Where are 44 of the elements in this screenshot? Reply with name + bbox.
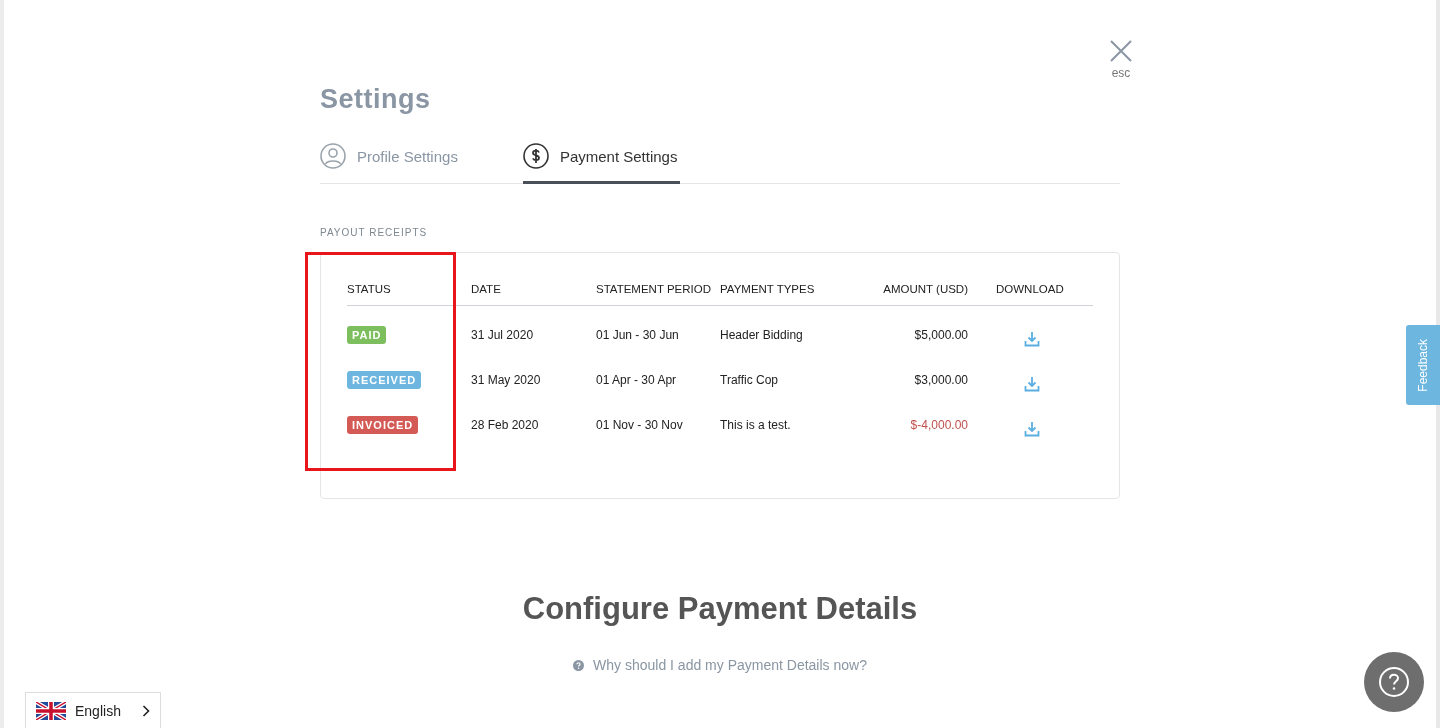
status-badge: PAID bbox=[347, 325, 387, 344]
close-button[interactable]: esc bbox=[1110, 40, 1132, 80]
column-header: STATEMENT PERIOD bbox=[596, 282, 712, 295]
status-badge: INVOICED bbox=[347, 415, 419, 434]
download-button[interactable] bbox=[1024, 375, 1040, 392]
download-button[interactable] bbox=[1024, 330, 1040, 347]
table-cell-text: 31 Jul 2020 bbox=[471, 327, 535, 342]
table-cell-text: Header Bidding bbox=[720, 327, 804, 342]
chevron-right-icon bbox=[142, 704, 150, 717]
download-icon bbox=[1024, 330, 1040, 347]
amount-cell-text: $-4,000.00 bbox=[909, 417, 968, 432]
dollar-icon bbox=[522, 143, 549, 169]
column-header: PAYMENT TYPES bbox=[720, 282, 816, 295]
table-cell-text: 28 Feb 2020 bbox=[471, 417, 540, 432]
section-label: PAYOUT RECEIPTS bbox=[320, 227, 429, 238]
close-icon bbox=[1110, 40, 1132, 62]
column-header: DOWNLOAD bbox=[995, 282, 1065, 295]
status-badge: RECEIVED bbox=[347, 370, 422, 389]
settings-tab[interactable]: Payment Settings bbox=[522, 143, 681, 184]
esc-label: esc bbox=[1111, 66, 1131, 80]
download-icon bbox=[1024, 375, 1040, 392]
settings-tab[interactable]: Profile Settings bbox=[320, 143, 461, 184]
download-icon bbox=[1024, 420, 1040, 437]
table-cell-text: This is a test. bbox=[720, 417, 792, 432]
column-header: DATE bbox=[471, 282, 502, 295]
amount-cell-text: $5,000.00 bbox=[913, 327, 968, 342]
table-cell-text: Traffic Cop bbox=[720, 372, 780, 387]
user-icon bbox=[320, 143, 346, 169]
language-selector[interactable]: English bbox=[25, 692, 161, 728]
column-header: STATUS bbox=[347, 282, 392, 295]
question-icon bbox=[573, 659, 585, 671]
amount-cell-text: $3,000.00 bbox=[913, 372, 968, 387]
page-title: Settings bbox=[320, 84, 432, 115]
table-cell-text: 01 Apr - 30 Apr bbox=[596, 372, 678, 387]
help-link[interactable]: Why should I add my Payment Details now? bbox=[573, 657, 867, 673]
help-icon bbox=[1378, 666, 1410, 698]
section-heading: Configure Payment Details bbox=[521, 591, 919, 627]
download-button[interactable] bbox=[1024, 420, 1040, 437]
table-cell-text: 31 May 2020 bbox=[471, 372, 542, 387]
column-header: AMOUNT (USD) bbox=[882, 282, 968, 295]
help-button[interactable] bbox=[1364, 652, 1424, 712]
table-cell-text: 01 Nov - 30 Nov bbox=[596, 417, 684, 432]
table-cell-text: 01 Jun - 30 Jun bbox=[596, 327, 680, 342]
flag-icon bbox=[36, 701, 66, 720]
